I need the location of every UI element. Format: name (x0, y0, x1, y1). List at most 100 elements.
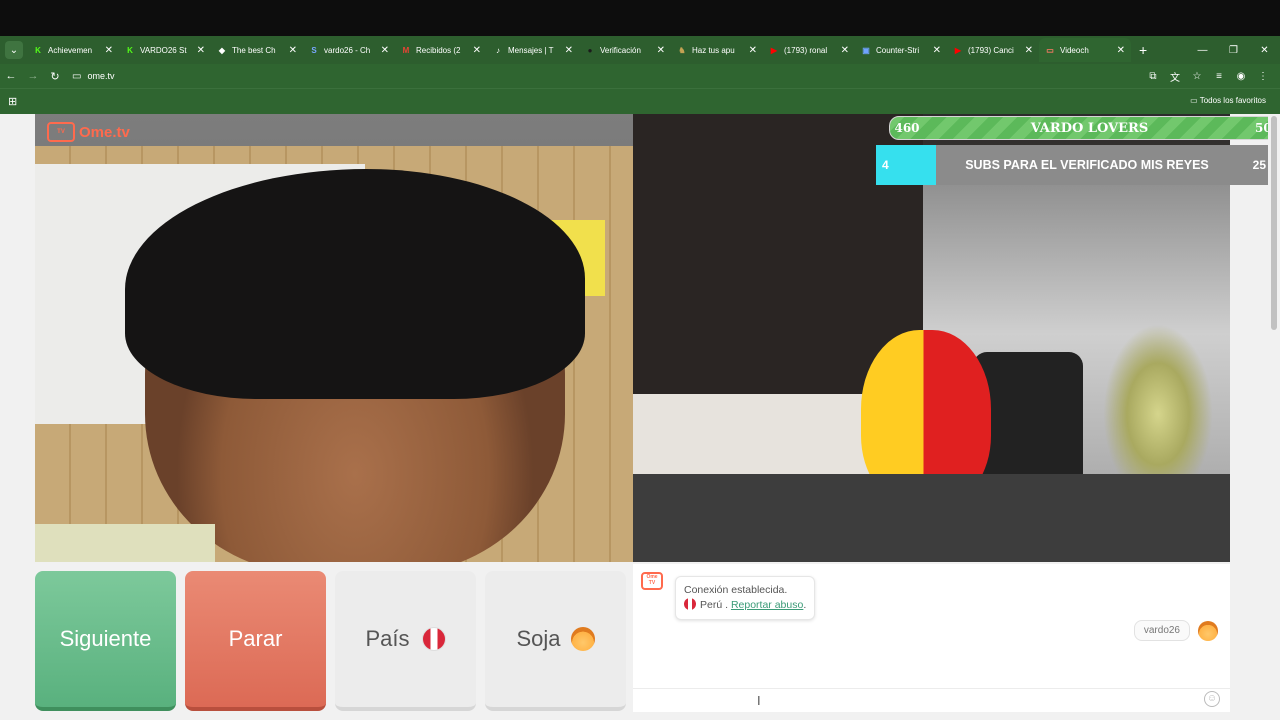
text-cursor-icon: I (757, 693, 761, 708)
apps-grid-icon[interactable]: ⊞ (8, 95, 17, 108)
tab-close-icon[interactable]: ✕ (1117, 45, 1125, 56)
browser-tab[interactable]: ▶ (1793) Canci ✕ (947, 38, 1039, 62)
browser-tab[interactable]: ♞ Haz tus apu ✕ (671, 38, 763, 62)
new-tab-button[interactable]: + (1139, 42, 1147, 58)
local-video: ⚡ TV Ome.tv (35, 114, 633, 562)
country-button[interactable]: País (335, 571, 476, 711)
browser-tab[interactable]: ◆ The best Ch ✕ (211, 38, 303, 62)
tab-favicon-icon: ▣ (862, 45, 870, 55)
tab-favicon-icon: ♪ (496, 45, 500, 55)
tab-close-icon[interactable]: ✕ (933, 45, 941, 56)
window-controls: — ❐ ✕ (1187, 36, 1280, 64)
browser-tab[interactable]: K VARDO26 St ✕ (119, 38, 211, 62)
tab-close-icon[interactable]: ✕ (565, 45, 573, 56)
goal1-current: 460 (894, 121, 920, 135)
tab-close-icon[interactable]: ✕ (1025, 45, 1033, 56)
country-button-label: País (365, 626, 410, 651)
tab-strip: ⌄ K Achievemen ✕ K VARDO26 St ✕ ◆ The best Ch ✕ S… (0, 36, 1280, 64)
goal2-title: SUBS PARA EL VERIFICADO MIS REYES (965, 158, 1209, 172)
tab-favicon-icon: K (127, 45, 133, 55)
tab-favicon-icon: ▭ (1046, 45, 1054, 55)
tab-favicon-icon: ♞ (678, 45, 686, 55)
gender-button[interactable]: Soja (485, 571, 626, 711)
tab-label: Verificación (600, 45, 641, 55)
desk (633, 474, 1230, 562)
tab-label: vardo26 - Ch (324, 45, 371, 55)
chat-input[interactable]: I ☺ (633, 688, 1230, 712)
tab-close-icon[interactable]: ✕ (105, 45, 113, 56)
translate-icon[interactable]: 文 (1164, 69, 1186, 84)
tab-label: Recibidos (2 (416, 45, 461, 55)
user-chip: vardo26 (1133, 620, 1218, 641)
close-window-icon[interactable]: ✕ (1249, 45, 1280, 56)
browser-tab[interactable]: M Recibidos (2 ✕ (395, 38, 487, 62)
tab-close-icon[interactable]: ✕ (657, 45, 665, 56)
ome-tv-icon: TV (47, 122, 75, 142)
tab-label: The best Ch (232, 45, 276, 55)
peru-flag-icon (421, 627, 446, 651)
username: vardo26 (1133, 620, 1190, 641)
browser-tab[interactable]: ♪ Mensajes | T ✕ (487, 38, 579, 62)
tab-close-icon[interactable]: ✕ (473, 45, 481, 56)
address-bar[interactable]: ▭ ome.tv (72, 66, 1112, 86)
browser-tab[interactable]: ● Verificación ✕ (579, 38, 671, 62)
page-scrollbar[interactable] (1268, 114, 1280, 720)
tab-favicon-icon: K (35, 45, 41, 55)
all-bookmarks[interactable]: ▭ Todos los favoritos (1190, 96, 1266, 105)
minimize-icon[interactable]: — (1187, 45, 1218, 56)
country-text: Perú (700, 599, 723, 611)
person-shirt (35, 524, 215, 562)
tab-search-chevron-icon[interactable]: ⌄ (5, 41, 23, 59)
system-bubble: Conexión establecida. Perú . Reportar ab… (675, 576, 816, 620)
boy-face-icon (570, 627, 595, 651)
tab-close-icon[interactable]: ✕ (197, 45, 205, 56)
back-icon[interactable]: ← (0, 70, 22, 82)
goal-bar-subs: 4 SUBS PARA EL VERIFICADO MIS REYES 25 (876, 145, 1270, 185)
emoji-icon[interactable]: ☺ (1204, 691, 1220, 707)
tab-close-icon[interactable]: ✕ (841, 45, 849, 56)
tab-favicon-icon: ● (587, 45, 593, 55)
ome-logo-text: Ome.tv (79, 123, 130, 141)
scrollbar-thumb[interactable] (1271, 116, 1277, 330)
extensions-icon[interactable]: ≡ (1208, 71, 1230, 82)
tab-label: Haz tus apu (692, 45, 735, 55)
goal-bar-vardo-lovers: 460 VARDO LOVERS 500 (889, 116, 1280, 140)
all-bookmarks-label: Todos los favoritos (1199, 96, 1266, 105)
reload-icon[interactable]: ↻ (44, 70, 66, 83)
ome-tv-small-icon: Ome TV (641, 572, 663, 590)
menu-kebab-icon[interactable]: ⋮ (1252, 71, 1274, 82)
star-icon[interactable]: ☆ (1186, 71, 1208, 82)
report-suffix: . (803, 599, 807, 611)
tab-close-icon[interactable]: ✕ (289, 45, 297, 56)
tab-label: Mensajes | T (508, 45, 554, 55)
country-line: Perú . Reportar abuso. (684, 598, 806, 613)
tab-favicon-icon: M (402, 45, 410, 55)
tab-label: Videoch (1060, 45, 1089, 55)
forward-icon[interactable]: → (22, 70, 44, 82)
page-viewport: ⚡ TV Ome.tv 460 VARDO LOVERS 500 4 SUBS … (0, 114, 1280, 720)
browser-tab[interactable]: Svardo26 - Ch ✕ (303, 38, 395, 62)
browser-tab[interactable]: ▭ Videoch ✕ (1039, 38, 1131, 62)
profile-icon[interactable]: ◉ (1230, 71, 1252, 82)
goal2-target: 25 (1252, 158, 1266, 172)
separator-text: . (722, 599, 731, 611)
next-button[interactable]: Siguiente (35, 571, 176, 711)
plant (1103, 324, 1213, 474)
user-avatar-icon (1198, 620, 1218, 641)
tab-label: (1793) ronal (784, 45, 828, 55)
site-info-icon[interactable]: ▭ (72, 71, 81, 82)
tab-close-icon[interactable]: ✕ (749, 45, 757, 56)
browser-tab[interactable]: ▣ Counter-Stri ✕ (855, 38, 947, 62)
connection-text: Conexión establecida. (684, 584, 788, 596)
cast-icon[interactable]: ⧉ (1142, 71, 1164, 82)
browser-tab[interactable]: ▶ (1793) ronal ✕ (763, 38, 855, 62)
toolbar-right: ⧉ 文 ☆ ≡ ◉ ⋮ (1142, 64, 1274, 88)
tabs-container: K Achievemen ✕ K VARDO26 St ✕ ◆ The best Ch ✕ Sva… (27, 38, 1131, 62)
restore-icon[interactable]: ❐ (1218, 45, 1249, 56)
tab-close-icon[interactable]: ✕ (381, 45, 389, 56)
url-text: ome.tv (87, 71, 115, 81)
stop-button[interactable]: Parar (185, 571, 326, 711)
next-button-label: Siguiente (59, 626, 152, 651)
report-abuse-link[interactable]: Reportar abuso (731, 599, 803, 611)
browser-tab[interactable]: K Achievemen ✕ (27, 38, 119, 62)
